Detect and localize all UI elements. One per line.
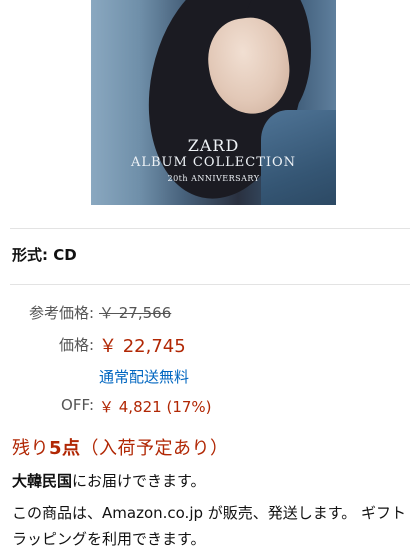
seller-info: この商品は、Amazon.co.jp が販売、発送します。 ギフトラッピングを利… (12, 504, 407, 548)
stock-count: 5点 (49, 438, 81, 459)
stock-prefix: 残り (12, 438, 49, 459)
free-shipping-link[interactable]: 通常配送無料 (99, 366, 189, 387)
divider (10, 228, 410, 229)
stock-suffix: （入荷予定あり） (80, 438, 229, 459)
product-image[interactable]: ZARD ALBUM COLLECTION 20th ANNIVERSARY (91, 0, 336, 205)
delivery-country: 大韓民国 (12, 472, 73, 490)
discount-label: OFF: (61, 396, 94, 414)
delivery-text: にお届けできます。 (72, 472, 206, 490)
delivery-info: 大韓民国にお届けできます。 (12, 470, 206, 491)
price-label: 価格: (58, 336, 94, 354)
divider (10, 284, 410, 285)
stock-status: 残り5点（入荷予定あり） (12, 434, 229, 460)
discount-value: ￥ 4,821 (17%) (99, 398, 212, 416)
cover-anniversary: 20th ANNIVERSARY (167, 174, 260, 183)
reference-price-label: 参考価格: (28, 304, 94, 322)
price-value: ￥ 22,745 (99, 336, 186, 357)
reference-price-value: ￥ 27,566 (99, 304, 172, 322)
format-label: 形式: CD (12, 246, 77, 264)
cover-subtitle: ALBUM COLLECTION (130, 155, 297, 170)
cover-title: ZARD (187, 136, 240, 155)
